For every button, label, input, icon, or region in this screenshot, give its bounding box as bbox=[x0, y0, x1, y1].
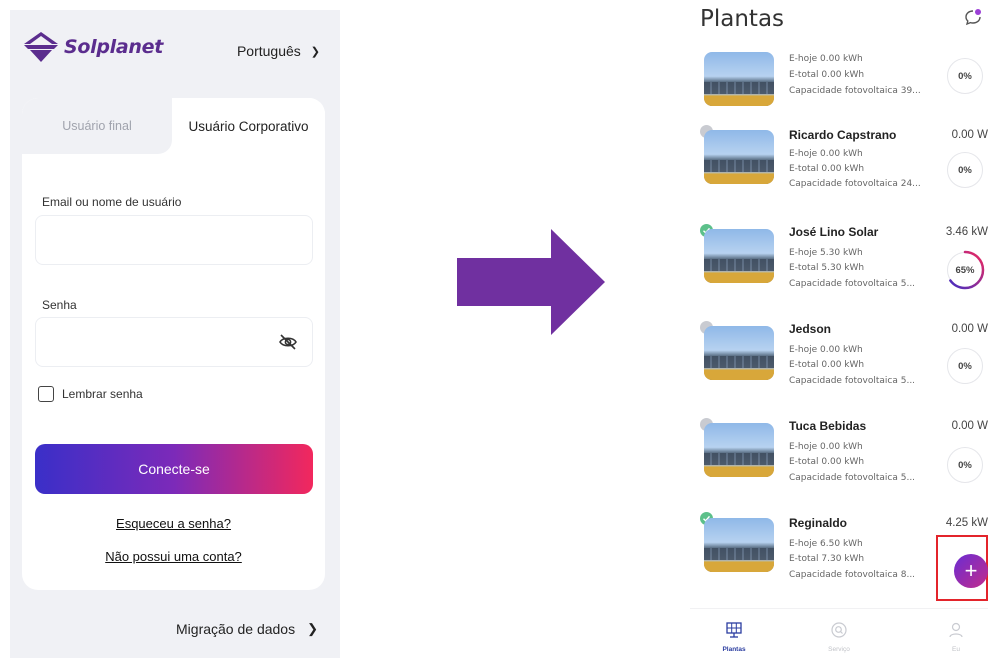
plant-total: E-total 7.30 kWh bbox=[789, 554, 865, 564]
plant-today: E-hoje 5.30 kWh bbox=[789, 248, 863, 258]
plant-capacity: Capacidade fotovoltaica 39... bbox=[789, 86, 921, 96]
plant-capacity: Capacidade fotovoltaica 5... bbox=[789, 473, 916, 483]
tab-service-label: Serviço bbox=[828, 646, 850, 653]
plant-thumbnail bbox=[704, 52, 774, 106]
chevron-right-icon: ❯ bbox=[307, 621, 318, 636]
plant-thumbnail bbox=[704, 423, 774, 477]
plant-total: E-total 0.00 kWh bbox=[789, 70, 865, 80]
tab-corporate-user[interactable]: Usuário Corporativo bbox=[172, 98, 325, 154]
plant-name: Ricardo Capstrano bbox=[789, 128, 897, 142]
remember-label: Lembrar senha bbox=[62, 387, 143, 401]
plant-power: 4.25 kW bbox=[945, 517, 988, 529]
plant-item[interactable]: Ricardo Capstrano 0.00 W E-hoje 0.00 kWh… bbox=[690, 120, 988, 210]
remember-password[interactable]: Lembrar senha bbox=[38, 386, 143, 402]
plant-power: 0.00 W bbox=[951, 420, 988, 432]
tab-end-user[interactable]: Usuário final bbox=[22, 98, 172, 154]
no-account-link[interactable]: Não possui uma conta? bbox=[22, 549, 325, 564]
plant-item[interactable]: Jedson 0.00 W E-hoje 0.00 kWh E-total 0.… bbox=[690, 316, 988, 406]
plant-total: E-total 0.00 kWh bbox=[789, 164, 865, 174]
plant-today: E-hoje 6.50 kWh bbox=[789, 539, 863, 549]
plant-power: 3.46 kW bbox=[945, 226, 988, 238]
plants-screen: Plantas E-hoje 0.00 kWh E-total 0.00 kWh… bbox=[690, 0, 988, 658]
plant-name: Jedson bbox=[789, 322, 832, 336]
plant-today: E-hoje 0.00 kWh bbox=[789, 149, 863, 159]
tab-plantas[interactable]: Plantas bbox=[704, 621, 764, 653]
tab-service[interactable]: Serviço bbox=[809, 621, 869, 653]
plant-capacity: Capacidade fotovoltaica 5... bbox=[789, 376, 916, 386]
tab-plantas-label: Plantas bbox=[722, 646, 746, 653]
solar-panel-icon bbox=[726, 622, 742, 638]
plant-name: Reginaldo bbox=[789, 516, 848, 530]
plant-item[interactable]: Tuca Bebidas 0.00 W E-hoje 0.00 kWh E-to… bbox=[690, 413, 988, 503]
plant-thumbnail bbox=[704, 229, 774, 283]
bottom-tab-bar: Plantas Serviço Eu bbox=[690, 608, 988, 658]
password-label: Senha bbox=[42, 298, 77, 312]
plant-percent: 0% bbox=[947, 152, 983, 188]
forgot-password-link[interactable]: Esqueceu a senha? bbox=[22, 516, 325, 531]
plant-item[interactable]: José Lino Solar 3.46 kW E-hoje 5.30 kWh … bbox=[690, 219, 988, 309]
password-field[interactable] bbox=[35, 317, 313, 367]
data-migration-link[interactable]: Migração de dados ❯ bbox=[176, 621, 318, 637]
user-icon bbox=[949, 622, 963, 638]
plant-percent: 0% bbox=[947, 348, 983, 384]
progress-ring bbox=[945, 250, 985, 290]
plant-capacity: Capacidade fotovoltaica 8... bbox=[789, 570, 916, 580]
plant-today: E-hoje 0.00 kWh bbox=[789, 442, 863, 452]
email-field[interactable] bbox=[35, 215, 313, 265]
plant-name: José Lino Solar bbox=[789, 225, 879, 239]
remember-checkbox[interactable] bbox=[38, 386, 54, 402]
page-title: Plantas bbox=[700, 6, 785, 32]
plant-power: 0.00 W bbox=[951, 129, 988, 141]
plant-thumbnail bbox=[704, 518, 774, 572]
plant-total: E-total 0.00 kWh bbox=[789, 457, 865, 467]
plant-capacity: Capacidade fotovoltaica 24... bbox=[789, 179, 921, 189]
plant-today: E-hoje 0.00 kWh bbox=[789, 54, 863, 64]
plant-power: 0.00 W bbox=[951, 323, 988, 335]
language-selector[interactable]: Português ❯ bbox=[237, 43, 320, 59]
plant-total: E-total 5.30 kWh bbox=[789, 263, 865, 273]
login-card: Usuário final Usuário Corporativo Email … bbox=[22, 98, 325, 590]
email-label: Email ou nome de usuário bbox=[42, 195, 182, 209]
language-label: Português bbox=[236, 43, 301, 59]
brand-name: Solplanet bbox=[64, 36, 163, 58]
plant-thumbnail bbox=[704, 326, 774, 380]
brand-logo: Solplanet bbox=[24, 32, 163, 62]
tab-me[interactable]: Eu bbox=[926, 621, 986, 653]
data-migration-label: Migração de dados bbox=[176, 621, 296, 637]
solplanet-logo-icon bbox=[24, 32, 58, 62]
plant-total: E-total 0.00 kWh bbox=[789, 360, 865, 370]
service-icon bbox=[831, 622, 847, 638]
add-plant-button[interactable]: + bbox=[954, 554, 988, 588]
plant-today: E-hoje 0.00 kWh bbox=[789, 345, 863, 355]
plant-name: Tuca Bebidas bbox=[789, 419, 867, 433]
message-icon[interactable] bbox=[964, 8, 982, 26]
arrow-right-icon bbox=[457, 229, 605, 335]
eye-slash-icon[interactable] bbox=[278, 332, 298, 352]
plant-thumbnail bbox=[704, 130, 774, 184]
plant-capacity: Capacidade fotovoltaica 5... bbox=[789, 279, 916, 289]
chevron-down-icon: ❯ bbox=[310, 45, 320, 58]
login-button[interactable]: Conecte-se bbox=[35, 444, 313, 494]
login-screen: Solplanet Português ❯ Usuário final Usuá… bbox=[10, 10, 340, 658]
tab-me-label: Eu bbox=[952, 646, 960, 653]
plant-percent: 0% bbox=[947, 58, 983, 94]
plant-percent: 0% bbox=[947, 447, 983, 483]
